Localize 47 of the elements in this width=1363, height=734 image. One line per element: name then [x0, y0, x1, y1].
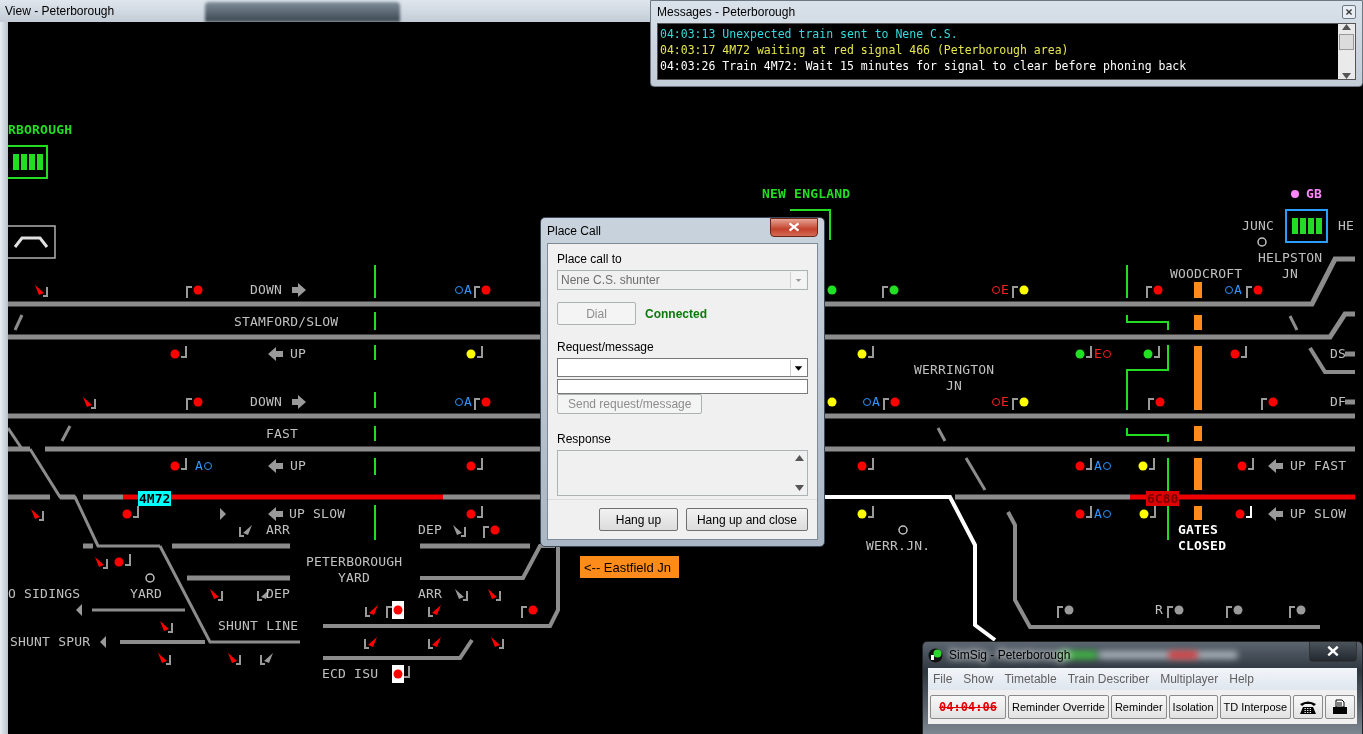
track-label: JN [946, 379, 963, 393]
track-label: GB [1306, 187, 1323, 201]
track-label: UP SLOW [1290, 507, 1347, 521]
message-line: 04:03:13 Unexpected train sent to Nene C.S. [660, 26, 959, 42]
track-label: O SIDINGS [8, 587, 81, 601]
track-label: SHUNT LINE [218, 619, 299, 633]
track-label: UP SLOW [289, 507, 346, 521]
track-label: FAST [266, 427, 299, 441]
field-label: Response [557, 432, 613, 446]
track-label: ECD ISU [322, 667, 379, 681]
track-label: YARD [130, 587, 163, 601]
track-label: DF [1330, 395, 1347, 409]
track-label: WOODCROFT [1170, 267, 1243, 281]
track-label: DEP [266, 587, 291, 601]
track-label: NEW ENGLAND [762, 187, 851, 201]
track-label: WERR.JN. [866, 539, 931, 553]
track-label: GATES [1178, 523, 1219, 537]
field-label: Request/message [557, 340, 655, 354]
track-label: PETERBOROUGH [306, 555, 403, 569]
track-label: ARR [266, 523, 291, 537]
track-label: JUNC [1242, 219, 1275, 233]
track-label: UP [290, 347, 307, 361]
track-label: CLOSED [1178, 539, 1227, 553]
track-label: DS [1330, 347, 1347, 361]
track-label: STAMFORD/SLOW [234, 315, 339, 329]
track-label: R [1155, 603, 1164, 617]
track-label: HE [1338, 219, 1355, 233]
call-status: Connected [645, 306, 707, 321]
window-title: Messages - Peterborough [657, 5, 796, 19]
track-label: YARD [338, 571, 371, 585]
message-line: 04:03:17 4M72 waiting at red signal 466 (Peterborough area) [660, 42, 1070, 58]
track-label: HELPSTON [1258, 251, 1323, 265]
track-label: DOWN [250, 283, 283, 297]
track-label: WERRINGTON [914, 363, 995, 377]
field-label: Place call to [557, 252, 623, 266]
track-label: SHUNT SPUR [10, 635, 91, 649]
track-label: UP FAST [1290, 459, 1347, 473]
track-label: JN [1282, 267, 1299, 281]
track-label: UP [290, 459, 307, 473]
window-title: View - Peterborough [5, 4, 115, 18]
window-title: SimSig - Peterborough [949, 648, 1071, 662]
message-line: 04:03:26 Train 4M72: Wait 15 minutes for signal to clear before phoning back [660, 58, 1188, 74]
track-label: DEP [418, 523, 443, 537]
track-label: ARR [418, 587, 443, 601]
dialog-title: Place Call [547, 223, 602, 238]
track-label: RBOROUGH [8, 123, 73, 137]
track-label: DOWN [250, 395, 283, 409]
